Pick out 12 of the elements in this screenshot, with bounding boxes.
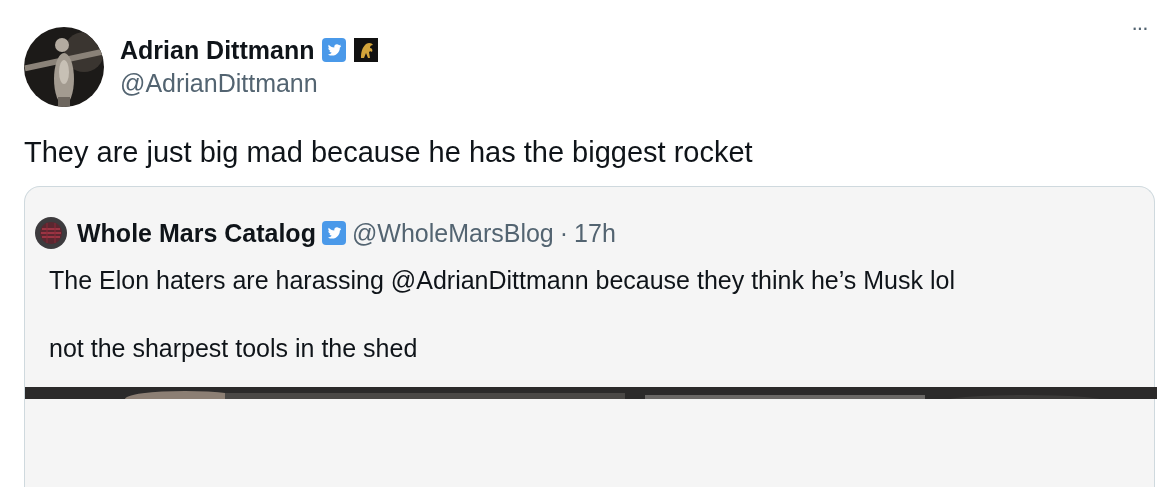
more-button[interactable]: ··· [1123,15,1155,41]
lion-badge-icon [354,38,379,62]
quote-card[interactable]: Whole Mars Catalog @WholeMarsBlog · 17h The Elon haters are harassing @AdrianDittmann because they think he’s Musk lol not the sharpest tools in the shed [24,186,1155,487]
timestamp[interactable]: 17h [574,218,616,248]
author-handle[interactable]: @AdrianDittmann [120,67,379,99]
quoted-author-name[interactable]: Whole Mars Catalog [77,218,316,248]
separator-dot: · [559,218,569,248]
tweet-text: They are just big mad because he has the biggest rocket [24,135,754,170]
author-name[interactable]: Adrian Dittmann [120,33,315,67]
quoted-author-handle[interactable]: @WholeMarsBlog [351,218,554,248]
quoted-text: not the sharpest tools in the shed [49,333,419,364]
quoted-text: The Elon haters are harassing @AdrianDittmann because they think he’s Musk lol [49,265,956,296]
